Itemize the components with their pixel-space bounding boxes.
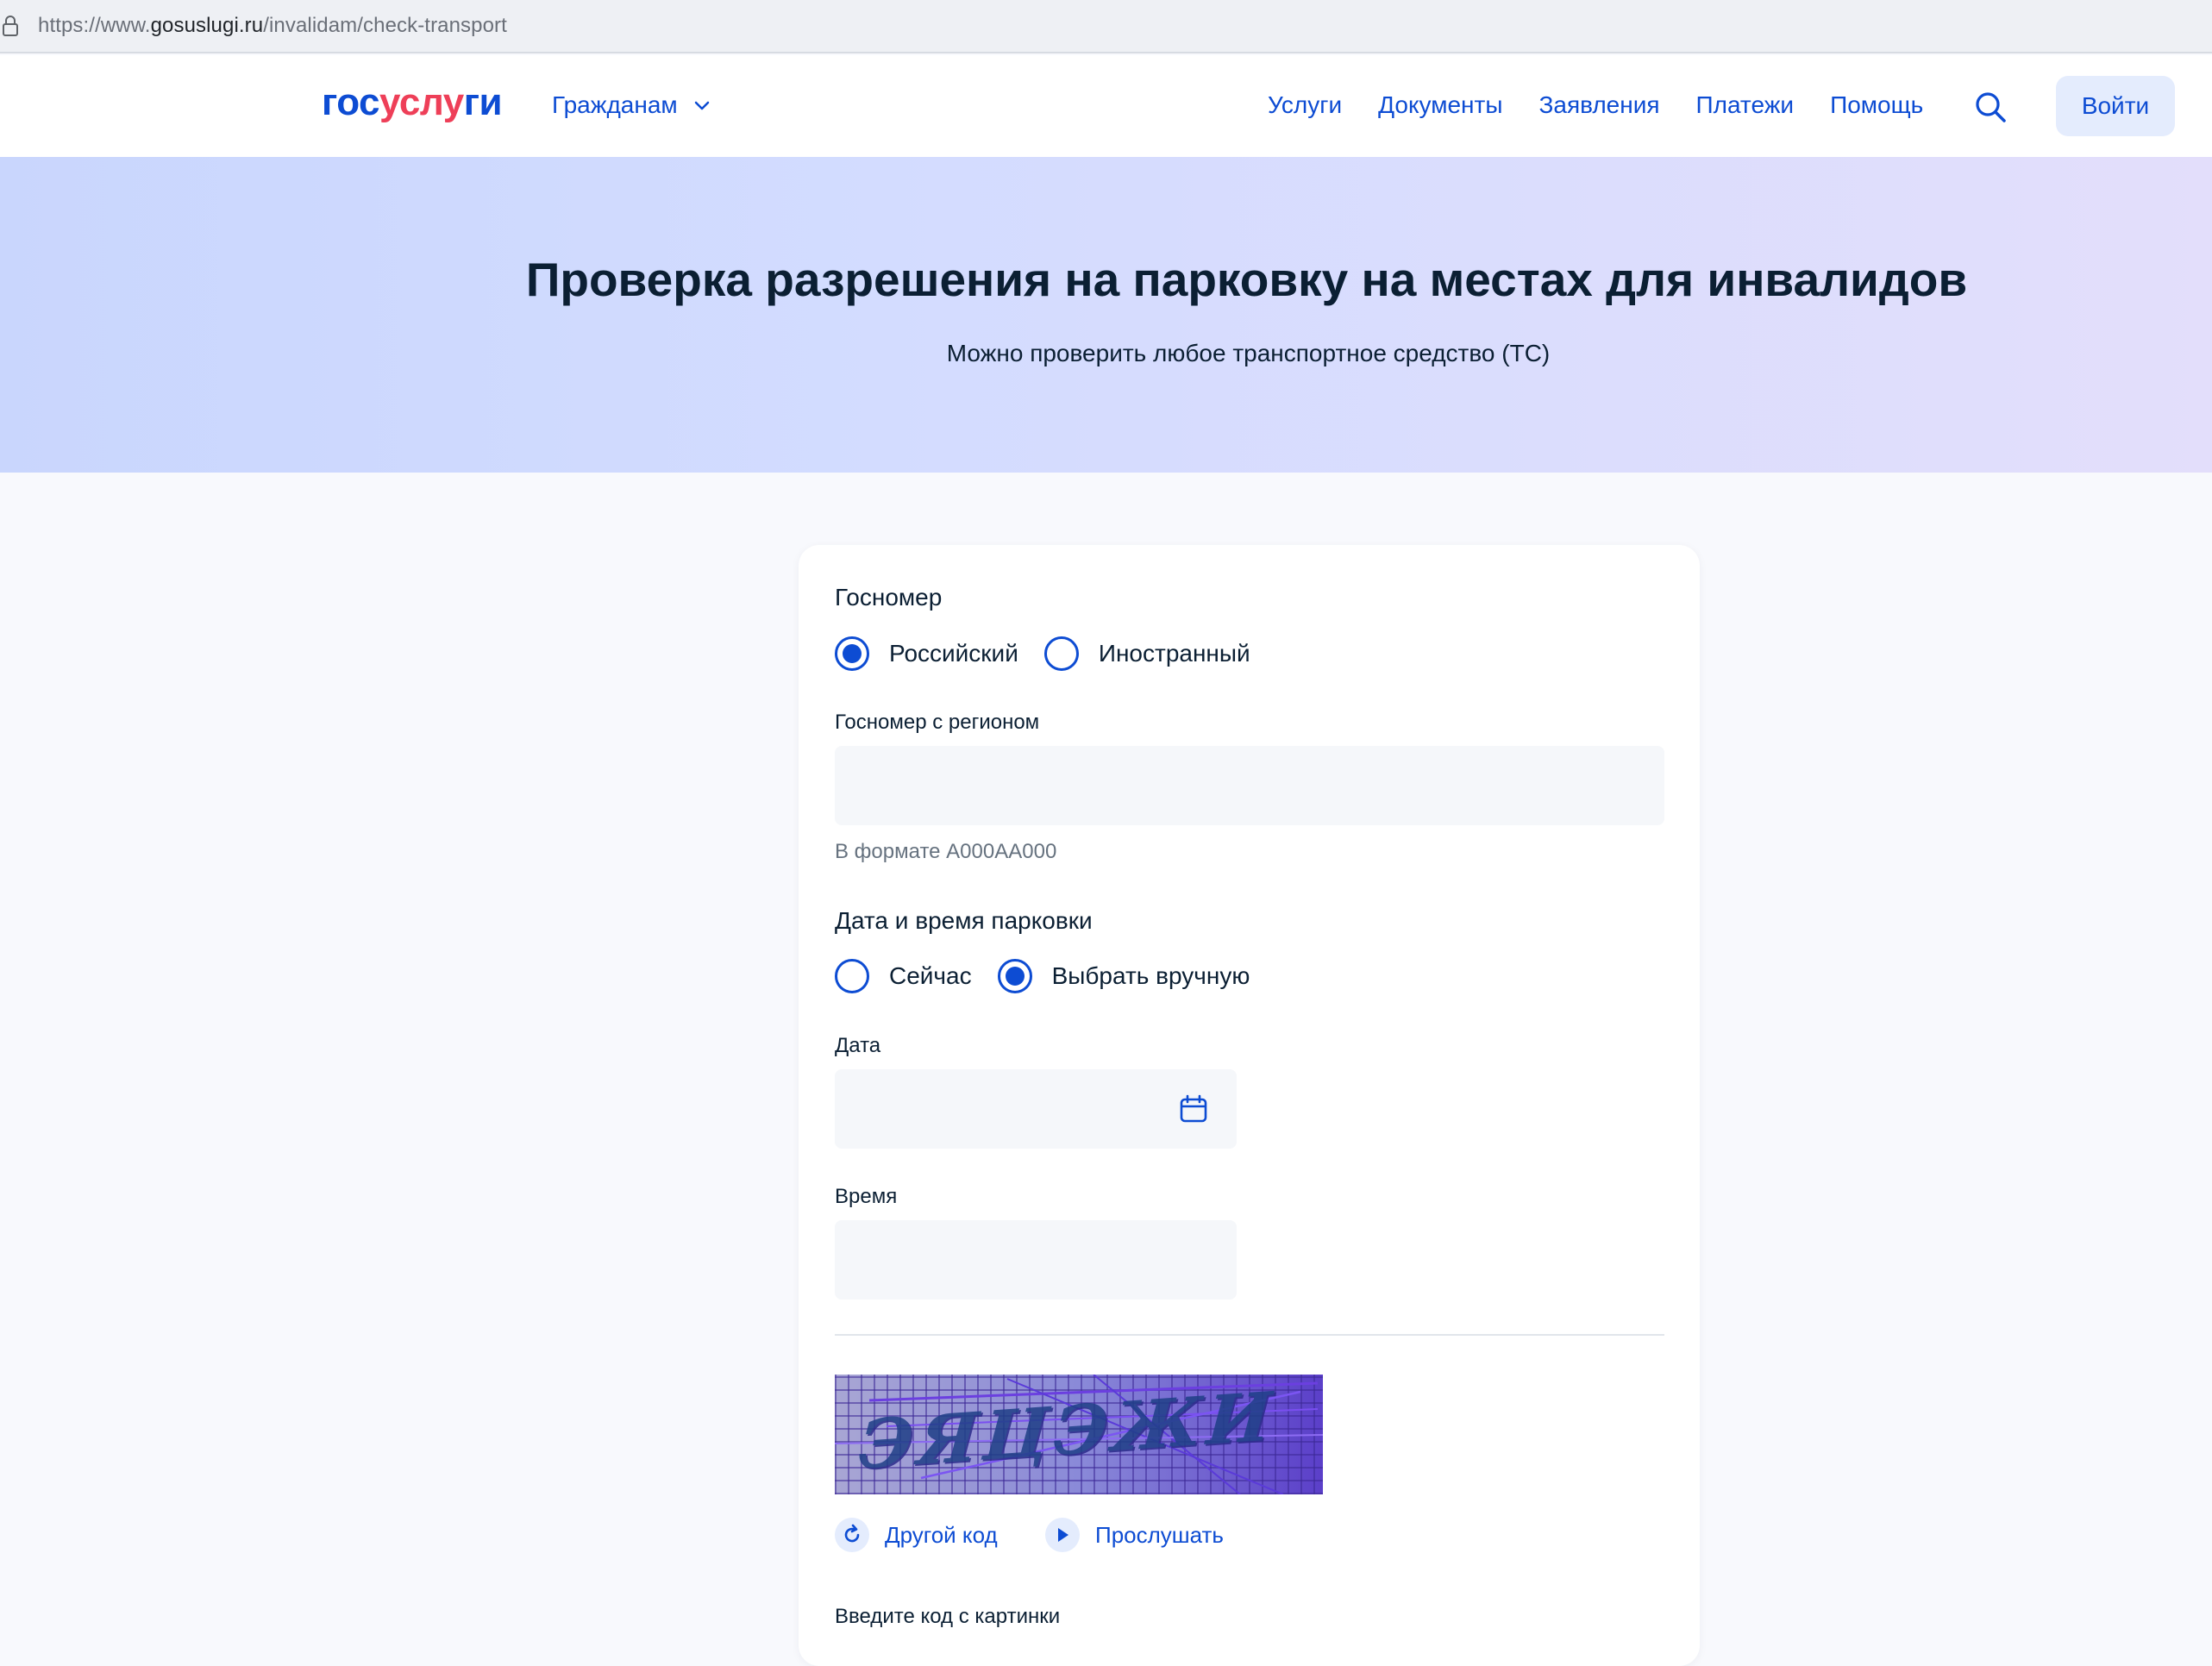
hero-banner: Проверка разрешения на парковку на места… bbox=[0, 157, 2212, 473]
plate-input[interactable] bbox=[835, 746, 1664, 825]
radio-checked-icon bbox=[835, 636, 869, 671]
time-input[interactable] bbox=[835, 1220, 1237, 1300]
search-icon[interactable] bbox=[1973, 90, 2008, 124]
role-label: Гражданам bbox=[552, 91, 678, 118]
page-subtitle: Можно проверить любое транспортное средс… bbox=[946, 340, 1551, 366]
nav-applications[interactable]: Заявления bbox=[1538, 91, 1659, 119]
radio-now[interactable]: Сейчас bbox=[835, 959, 972, 993]
page-title: Проверка разрешения на парковку на места… bbox=[525, 253, 1968, 306]
chevron-down-icon bbox=[694, 101, 709, 110]
radio-foreign[interactable]: Иностранный bbox=[1043, 636, 1250, 671]
radio-manual[interactable]: Выбрать вручную bbox=[997, 959, 1250, 993]
time-label: Время bbox=[835, 1185, 898, 1208]
plate-group-label: Госномер bbox=[835, 584, 943, 611]
url-text: https://www.gosuslugi.ru/invalidam/check… bbox=[38, 14, 507, 37]
radio-unchecked-icon bbox=[1043, 636, 1079, 671]
nav-payments[interactable]: Платежи bbox=[1696, 91, 1795, 119]
role-selector[interactable]: Гражданам bbox=[552, 91, 711, 119]
nav-services[interactable]: Услуги bbox=[1268, 91, 1342, 119]
login-button[interactable]: Войти bbox=[2056, 76, 2175, 136]
nav-documents[interactable]: Документы bbox=[1378, 91, 1502, 119]
plate-hint: В формате А000АА000 bbox=[835, 840, 1057, 863]
captcha-listen-button[interactable]: Прослушать bbox=[1045, 1518, 1224, 1552]
date-input[interactable] bbox=[835, 1069, 1237, 1149]
calendar-icon[interactable] bbox=[1178, 1093, 1209, 1124]
main-nav: Услуги Документы Заявления Платежи Помощ… bbox=[1268, 91, 1923, 119]
captcha-image: ЭЯЦЭЖИ bbox=[835, 1375, 1323, 1494]
radio-unchecked-icon bbox=[835, 959, 869, 993]
browser-address-bar[interactable]: https://www.gosuslugi.ru/invalidam/check… bbox=[0, 0, 2212, 53]
check-form-card: Госномер Российский Иностранный Госномер… bbox=[799, 545, 1700, 1666]
gosuslugi-logo[interactable]: госуслуги bbox=[322, 81, 503, 124]
lock-icon bbox=[3, 16, 18, 36]
radio-russian[interactable]: Российский bbox=[835, 636, 1018, 671]
radio-checked-icon bbox=[997, 959, 1032, 993]
plate-type-radio-group: Российский Иностранный bbox=[835, 636, 1276, 671]
date-label: Дата bbox=[835, 1034, 881, 1057]
site-header: госуслуги Гражданам Услуги Документы Зая… bbox=[0, 55, 2212, 157]
divider bbox=[835, 1334, 1664, 1336]
refresh-icon bbox=[844, 1524, 860, 1543]
datetime-radio-group: Сейчас Выбрать вручную bbox=[835, 959, 1275, 993]
nav-help[interactable]: Помощь bbox=[1830, 91, 1923, 119]
play-icon bbox=[1058, 1528, 1068, 1542]
captcha-refresh-button[interactable]: Другой код bbox=[835, 1518, 998, 1552]
captcha-input-label: Введите код с картинки bbox=[835, 1605, 1061, 1628]
datetime-group-label: Дата и время парковки bbox=[835, 907, 1093, 934]
plate-field-label: Госномер с регионом bbox=[835, 711, 1040, 734]
